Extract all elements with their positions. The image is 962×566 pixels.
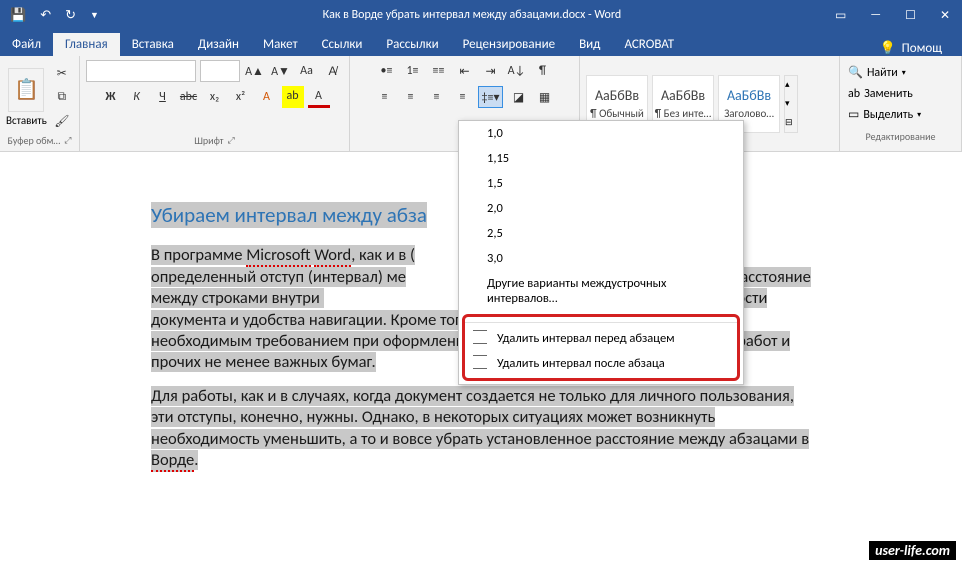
font-name-combo[interactable] — [86, 60, 196, 82]
justify-icon[interactable]: ≡ — [452, 86, 474, 108]
remove-space-before[interactable]: Удалить интервал перед абзацем — [465, 326, 737, 351]
minimize-icon[interactable]: — — [870, 8, 881, 22]
change-case-icon[interactable]: Aa — [296, 60, 318, 82]
window-controls: ▭ — ☐ ✕ — [835, 8, 962, 23]
align-right-icon[interactable]: ≡ — [426, 86, 448, 108]
doc-heading: Убираем интервал между абза — [151, 202, 427, 228]
numbering-icon[interactable]: 1≡ — [402, 60, 424, 82]
close-icon[interactable]: ✕ — [940, 8, 950, 23]
spacing-1-0[interactable]: 1,0 — [459, 121, 743, 146]
tab-file[interactable]: Файл — [0, 33, 53, 56]
group-editing-label: Редактирование — [866, 130, 936, 143]
clipboard-launcher-icon[interactable]: ⤢ — [64, 135, 71, 146]
cut-icon[interactable]: ✂ — [51, 62, 73, 84]
spacing-1-5[interactable]: 1,5 — [459, 171, 743, 196]
font-size-combo[interactable] — [200, 60, 240, 82]
multilevel-icon[interactable]: ≡≡ — [428, 60, 450, 82]
line-spacing-button[interactable]: ‡≡▾ — [478, 86, 504, 108]
tab-home[interactable]: Главная — [53, 33, 120, 56]
subscript-icon[interactable]: x₂ — [204, 86, 226, 108]
replace-icon: ab — [848, 87, 860, 101]
group-font-label: Шрифт — [194, 134, 223, 147]
strike-icon[interactable]: abc — [178, 86, 200, 108]
font-launcher-icon[interactable]: ⤢ — [228, 135, 235, 146]
maximize-icon[interactable]: ☐ — [905, 8, 916, 23]
superscript-icon[interactable]: x² — [230, 86, 252, 108]
show-marks-icon[interactable]: ¶ — [532, 60, 554, 82]
format-painter-icon[interactable]: 🖌 — [51, 110, 73, 132]
ribbon-tabs: Файл Главная Вставка Дизайн Макет Ссылки… — [0, 30, 962, 56]
underline-icon[interactable]: Ч — [152, 86, 174, 108]
paragraph-2: Для работы, как и в случаях, когда докум… — [151, 386, 811, 472]
spacing-3-0[interactable]: 3,0 — [459, 246, 743, 271]
tab-design[interactable]: Дизайн — [186, 33, 251, 56]
copy-icon[interactable]: ⧉ — [51, 86, 73, 108]
borders-icon[interactable]: ▦ — [533, 86, 555, 108]
font-color-icon[interactable]: A — [308, 86, 330, 108]
align-left-icon[interactable]: ≡ — [374, 86, 396, 108]
bold-icon[interactable]: Ж — [100, 86, 122, 108]
remove-space-after[interactable]: Удалить интервал после абзаца — [465, 351, 737, 376]
tab-insert[interactable]: Вставка — [120, 33, 186, 56]
spacing-2-0[interactable]: 2,0 — [459, 196, 743, 221]
lightbulb-icon: 💡 — [879, 41, 895, 56]
group-font: A▲ A▼ Aa A̸ Ж К Ч abc x₂ x² A ab A Шрифт… — [80, 56, 350, 151]
group-clipboard-label: Буфер обм… — [8, 134, 61, 147]
grow-font-icon[interactable]: A▲ — [244, 60, 266, 82]
tell-me[interactable]: 💡 Помощ — [879, 41, 962, 56]
find-button[interactable]: 🔍Найти▾ — [848, 62, 953, 83]
increase-indent-icon[interactable]: ⇥ — [480, 60, 502, 82]
bullets-icon[interactable]: •≡ — [376, 60, 398, 82]
save-icon[interactable]: 💾 — [10, 8, 26, 23]
line-spacing-menu: 1,0 1,15 1,5 2,0 2,5 3,0 Другие варианты… — [458, 120, 744, 385]
tab-review[interactable]: Рецензирование — [451, 33, 567, 56]
italic-icon[interactable]: К — [126, 86, 148, 108]
paste-button[interactable]: 📋 Вставить — [6, 68, 47, 127]
clear-format-icon[interactable]: A̸ — [322, 60, 344, 82]
ribbon-options-icon[interactable]: ▭ — [835, 8, 846, 23]
title-bar: 💾 ↶ ↻ ▼ Как в Ворде убрать интервал межд… — [0, 0, 962, 30]
sort-icon[interactable]: A↓ — [506, 60, 528, 82]
decrease-indent-icon[interactable]: ⇤ — [454, 60, 476, 82]
spacing-more-options[interactable]: Другие варианты междустрочных интервалов… — [459, 271, 743, 311]
tab-mailings[interactable]: Рассылки — [374, 33, 450, 56]
tab-references[interactable]: Ссылки — [310, 33, 375, 56]
align-center-icon[interactable]: ≡ — [400, 86, 422, 108]
window-title: Как в Ворде убрать интервал между абзаца… — [109, 8, 835, 22]
tab-acrobat[interactable]: ACROBAT — [612, 33, 686, 56]
shading-icon[interactable]: ◪ — [507, 86, 529, 108]
redo-icon[interactable]: ↻ — [65, 8, 76, 23]
find-icon: 🔍 — [848, 65, 863, 80]
styles-more-button[interactable]: ▴▾⊟ — [784, 75, 798, 133]
tell-me-label: Помощ — [902, 41, 942, 56]
undo-icon[interactable]: ↶ — [40, 8, 51, 23]
group-clipboard: 📋 Вставить ✂ ⧉ 🖌 Буфер обм…⤢ — [0, 56, 80, 151]
text-effects-icon[interactable]: A — [256, 86, 278, 108]
replace-button[interactable]: abЗаменить — [848, 84, 953, 104]
select-button[interactable]: ▭Выделить▾ — [848, 104, 953, 125]
qat-more-icon[interactable]: ▼ — [90, 10, 99, 21]
clipboard-icon: 📋 — [8, 68, 44, 112]
watermark: user-life.com — [869, 541, 956, 560]
shrink-font-icon[interactable]: A▼ — [270, 60, 292, 82]
spacing-1-15[interactable]: 1,15 — [459, 146, 743, 171]
highlight-icon[interactable]: ab — [282, 86, 304, 108]
tab-view[interactable]: Вид — [567, 33, 612, 56]
group-editing: 🔍Найти▾ abЗаменить ▭Выделить▾ Редактиров… — [840, 56, 962, 151]
spacing-2-5[interactable]: 2,5 — [459, 221, 743, 246]
quick-access-toolbar: 💾 ↶ ↻ ▼ — [0, 8, 109, 23]
select-icon: ▭ — [848, 107, 859, 122]
tab-layout[interactable]: Макет — [251, 33, 310, 56]
highlighted-items: Удалить интервал перед абзацем Удалить и… — [462, 314, 740, 381]
